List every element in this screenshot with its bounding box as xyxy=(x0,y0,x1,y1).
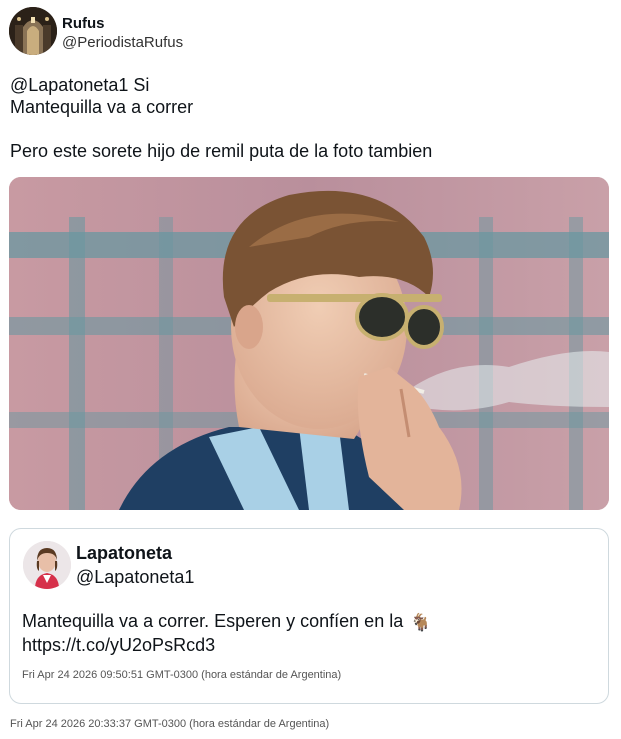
quoted-author-avatar[interactable] xyxy=(23,541,71,589)
author-handle[interactable]: @PeriodistaRufus xyxy=(62,34,183,51)
man-smoking-photo-icon xyxy=(9,177,609,510)
tweet-text: @Lapatoneta1 Si Mantequilla va a correr … xyxy=(10,75,433,161)
tweet-photo[interactable] xyxy=(9,177,609,510)
tweet-timestamp[interactable]: Fri Apr 24 2026 20:33:37 GMT-0300 (hora … xyxy=(10,718,329,730)
tweet-card: Rufus @PeriodistaRufus @Lapatoneta1 Si M… xyxy=(0,0,621,739)
quoted-author-name[interactable]: Lapatoneta xyxy=(76,543,172,564)
author-avatar[interactable] xyxy=(9,7,57,55)
quoted-tweet-text: Mantequilla va a correr. Esperen y confí… xyxy=(22,609,602,657)
church-interior-icon xyxy=(9,7,57,55)
quoted-author-handle[interactable]: @Lapatoneta1 xyxy=(76,567,194,588)
woman-portrait-icon xyxy=(23,541,71,589)
quoted-tweet-timestamp[interactable]: Fri Apr 24 2026 09:50:51 GMT-0300 (hora … xyxy=(22,669,341,681)
goat-icon: 🐐 xyxy=(410,613,432,632)
author-name[interactable]: Rufus xyxy=(62,15,105,32)
quoted-tweet-card[interactable]: Lapatoneta @Lapatoneta1 Mantequilla va a… xyxy=(9,528,609,704)
quoted-tweet-link[interactable]: https://t.co/yU2oPsRcd3 xyxy=(22,635,215,655)
quoted-tweet-body: Mantequilla va a correr. Esperen y confí… xyxy=(22,611,404,631)
